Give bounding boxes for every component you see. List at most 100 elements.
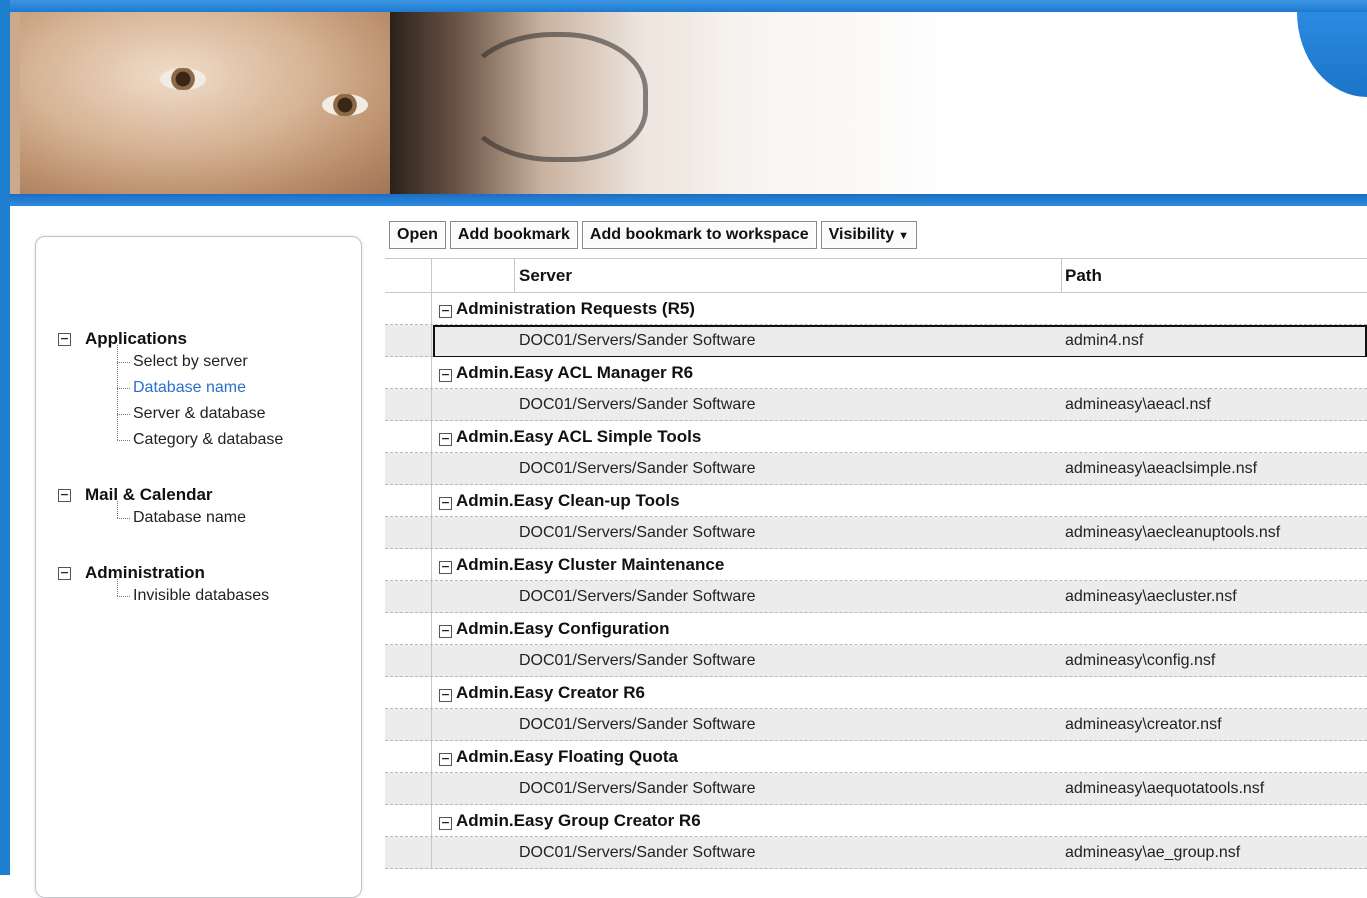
- path-cell: admin4.nsf: [1065, 332, 1144, 349]
- category-title: − Admin.Easy Clean-up Tools: [439, 485, 680, 516]
- collapse-icon[interactable]: −: [58, 566, 71, 580]
- collapse-icon[interactable]: −: [439, 817, 452, 830]
- nav-group-title: Applications: [85, 329, 188, 348]
- column-divider: [431, 453, 432, 484]
- collapse-icon[interactable]: −: [439, 689, 452, 702]
- path-cell: admineasy\ae_group.nsf: [1065, 844, 1241, 861]
- server-cell: DOC01/Servers/Sander Software: [519, 332, 756, 349]
- collapse-icon[interactable]: −: [439, 305, 452, 318]
- server-cell: DOC01/Servers/Sander Software: [519, 780, 756, 797]
- path-cell: admineasy\aeaclsimple.nsf: [1065, 460, 1258, 477]
- database-row[interactable]: DOC01/Servers/Sander Software admin4.nsf: [385, 325, 1367, 358]
- category-label: Admin.Easy Group Creator R6: [456, 811, 701, 830]
- category-label: Admin.Easy ACL Manager R6: [456, 363, 694, 382]
- visibility-dropdown-button[interactable]: Visibility ▼: [820, 221, 918, 249]
- column-divider: [431, 581, 432, 612]
- category-label: Administration Requests (R5): [456, 299, 695, 318]
- nav-item-invisible-databases[interactable]: Invisible databases: [117, 583, 269, 609]
- nav-group-mail-calendar: − Mail & Calendar Database name: [58, 485, 246, 531]
- nav-item-mail-database-name[interactable]: Database name: [117, 505, 246, 531]
- column-divider: [431, 645, 432, 676]
- category-label: Admin.Easy ACL Simple Tools: [456, 427, 702, 446]
- category-row[interactable]: − Admin.Easy Clean-up Tools: [385, 485, 1367, 517]
- category-row[interactable]: − Admin.Easy ACL Manager R6: [385, 357, 1367, 389]
- collapse-icon[interactable]: −: [58, 332, 71, 346]
- nav-group-title: Administration: [85, 563, 205, 582]
- database-row[interactable]: DOC01/Servers/Sander Software admineasy\c…: [385, 709, 1367, 741]
- column-divider: [431, 293, 432, 324]
- database-row[interactable]: DOC01/Servers/Sander Software admineasy\c…: [385, 645, 1367, 677]
- column-divider: [514, 259, 515, 292]
- nav-item-select-by-server[interactable]: Select by server: [117, 349, 283, 375]
- add-bookmark-workspace-button[interactable]: Add bookmark to workspace: [581, 221, 817, 249]
- path-cell: admineasy\aequotatools.nsf: [1065, 780, 1265, 797]
- column-divider: [431, 485, 432, 516]
- column-divider: [431, 325, 432, 356]
- visibility-label: Visibility: [828, 226, 895, 243]
- column-divider: [431, 613, 432, 644]
- collapse-icon[interactable]: −: [439, 625, 452, 638]
- category-title: − Admin.Easy ACL Manager R6: [439, 357, 693, 388]
- column-divider: [431, 421, 432, 452]
- server-cell: DOC01/Servers/Sander Software: [519, 588, 756, 605]
- view-rows: − Administration Requests (R5) DOC01/Serve…: [385, 293, 1367, 869]
- nav-group-header[interactable]: − Applications: [58, 329, 283, 349]
- collapse-icon[interactable]: −: [439, 561, 452, 574]
- column-header-server[interactable]: Server: [519, 259, 572, 292]
- nav-group-title: Mail & Calendar: [85, 485, 213, 504]
- category-row[interactable]: − Admin.Easy Creator R6: [385, 677, 1367, 709]
- category-title: − Administration Requests (R5): [439, 293, 695, 324]
- add-bookmark-button[interactable]: Add bookmark: [449, 221, 578, 249]
- category-row[interactable]: − Admin.Easy Floating Quota: [385, 741, 1367, 773]
- nav-items: Database name: [117, 501, 246, 531]
- header-banner: [10, 12, 1367, 194]
- category-title: − Admin.Easy Configuration: [439, 613, 669, 644]
- nav-group-header[interactable]: − Mail & Calendar: [58, 485, 246, 505]
- database-row[interactable]: DOC01/Servers/Sander Software admineasy\a…: [385, 837, 1367, 869]
- category-label: Admin.Easy Floating Quota: [456, 747, 678, 766]
- dropdown-caret-icon: ▼: [898, 230, 910, 242]
- column-header-path[interactable]: Path: [1065, 259, 1102, 292]
- path-cell: admineasy\aecluster.nsf: [1065, 588, 1237, 605]
- database-row[interactable]: DOC01/Servers/Sander Software admineasy\a…: [385, 773, 1367, 805]
- column-divider: [431, 517, 432, 548]
- category-row[interactable]: − Admin.Easy Group Creator R6: [385, 805, 1367, 837]
- nav-group-administration: − Administration Invisible databases: [58, 563, 269, 609]
- category-row[interactable]: − Administration Requests (R5): [385, 293, 1367, 325]
- category-row[interactable]: − Admin.Easy ACL Simple Tools: [385, 421, 1367, 453]
- path-cell: admineasy\aecleanuptools.nsf: [1065, 524, 1281, 541]
- collapse-icon[interactable]: −: [439, 753, 452, 766]
- path-cell: admineasy\creator.nsf: [1065, 716, 1222, 733]
- server-cell: DOC01/Servers/Sander Software: [519, 652, 756, 669]
- database-view: Server Path − Administration Requests (R5…: [385, 258, 1367, 869]
- banner-eye: [160, 68, 206, 90]
- nav-group-header[interactable]: − Administration: [58, 563, 269, 583]
- database-row[interactable]: DOC01/Servers/Sander Software admineasy\a…: [385, 453, 1367, 485]
- category-title: − Admin.Easy Cluster Maintenance: [439, 549, 724, 580]
- path-cell: admineasy\aeacl.nsf: [1065, 396, 1211, 413]
- category-title: − Admin.Easy Group Creator R6: [439, 805, 701, 836]
- database-row[interactable]: DOC01/Servers/Sander Software admineasy\a…: [385, 517, 1367, 549]
- nav-group-applications: − Applications Select by server Database…: [58, 329, 283, 453]
- nav-item-server-database[interactable]: Server & database: [117, 401, 283, 427]
- open-button[interactable]: Open: [389, 221, 446, 249]
- nav-item-category-database[interactable]: Category & database: [117, 427, 283, 453]
- category-title: − Admin.Easy Creator R6: [439, 677, 645, 708]
- database-row[interactable]: DOC01/Servers/Sander Software admineasy\a…: [385, 581, 1367, 613]
- collapse-icon[interactable]: −: [439, 369, 452, 382]
- nav-items: Invisible databases: [117, 579, 269, 609]
- column-divider: [431, 389, 432, 420]
- server-cell: DOC01/Servers/Sander Software: [519, 716, 756, 733]
- database-row[interactable]: DOC01/Servers/Sander Software admineasy\a…: [385, 389, 1367, 421]
- collapse-icon[interactable]: −: [58, 488, 71, 502]
- banner-corner: [1297, 12, 1367, 97]
- top-frame: [0, 0, 1367, 12]
- category-row[interactable]: − Admin.Easy Configuration: [385, 613, 1367, 645]
- column-divider: [431, 709, 432, 740]
- category-row[interactable]: − Admin.Easy Cluster Maintenance: [385, 549, 1367, 581]
- nav-item-database-name[interactable]: Database name: [117, 375, 283, 401]
- category-title: − Admin.Easy Floating Quota: [439, 741, 678, 772]
- collapse-icon[interactable]: −: [439, 497, 452, 510]
- server-cell: DOC01/Servers/Sander Software: [519, 396, 756, 413]
- collapse-icon[interactable]: −: [439, 433, 452, 446]
